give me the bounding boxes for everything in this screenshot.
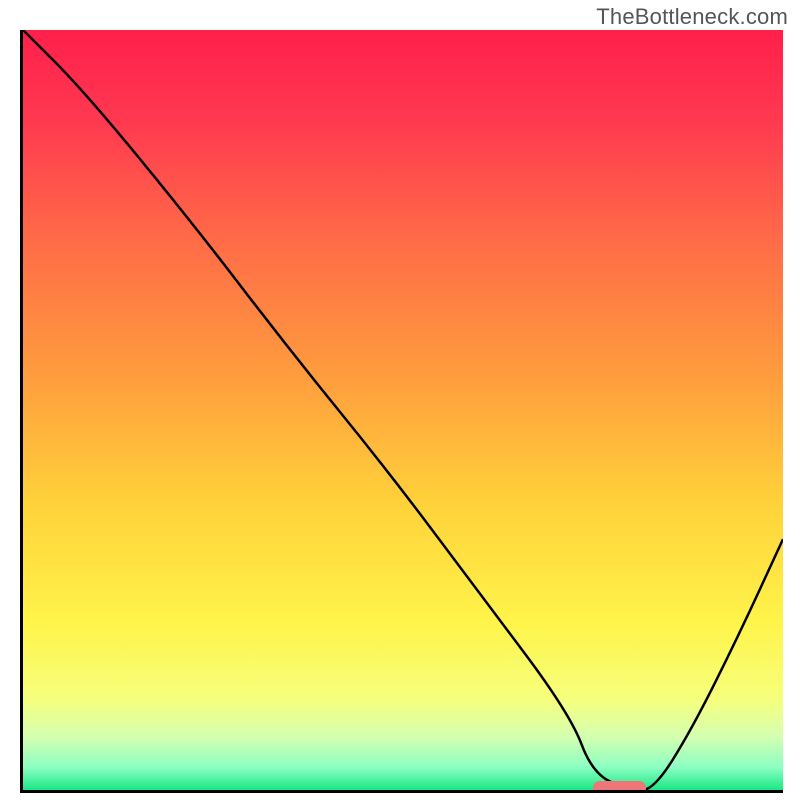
watermark-label: TheBottleneck.com [596,4,788,30]
gradient-background [23,30,783,790]
chart-root: TheBottleneck.com [0,0,800,800]
plot-area [20,30,783,793]
optimal-range-marker [593,781,646,793]
